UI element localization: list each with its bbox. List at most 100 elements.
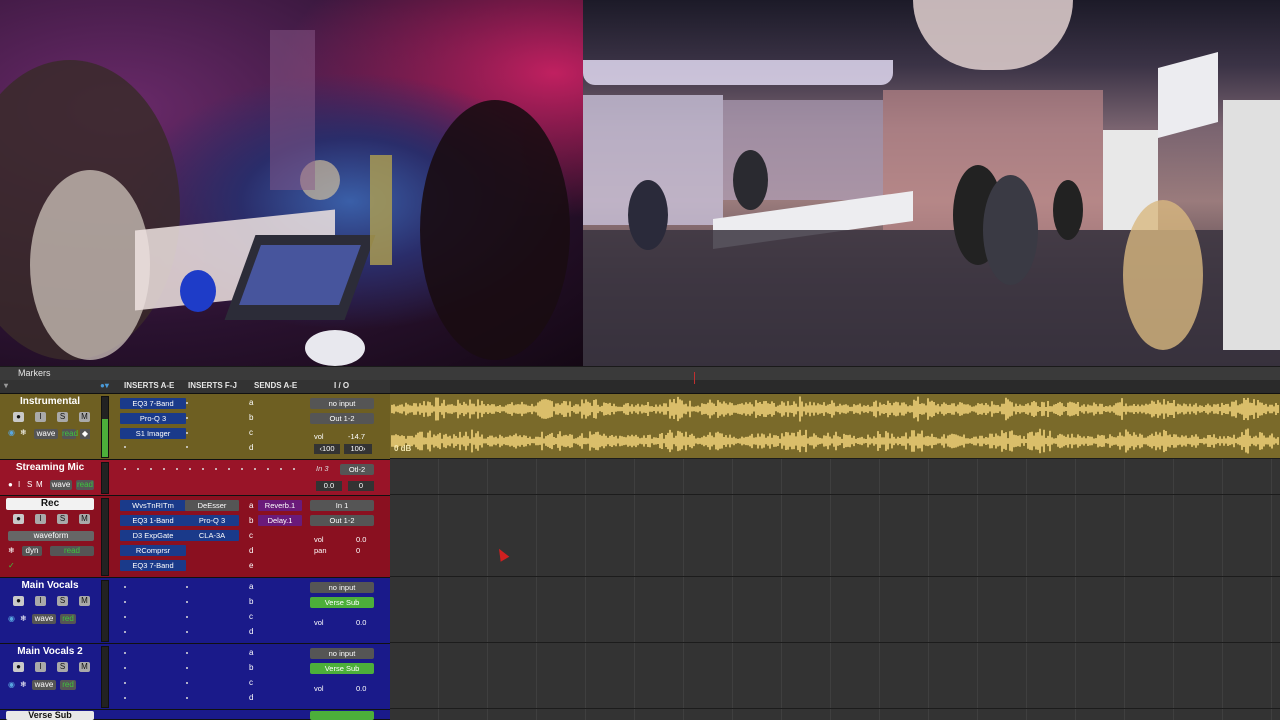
insert-b-proq3[interactable]: Pro-Q 3 [120, 413, 186, 424]
volume-value[interactable]: 0.0 [356, 684, 366, 694]
snowflake-icon[interactable]: ❄ [8, 546, 15, 555]
volume-value[interactable]: 0.0 [356, 535, 366, 545]
send-b[interactable]: Delay.1 [258, 515, 302, 526]
track-name[interactable]: Main Vocals [6, 580, 94, 592]
insert-a[interactable]: WvsTnRITm [120, 500, 186, 511]
track-view-selector[interactable]: wave [32, 680, 56, 690]
solo-button[interactable]: S [27, 480, 32, 489]
insert-a-eq3[interactable]: EQ3 7-Band [120, 398, 186, 409]
header-sync-icon[interactable]: ●▾ [100, 381, 109, 390]
snowflake-icon[interactable]: ❄ [20, 680, 27, 689]
mute-button[interactable]: M [79, 662, 90, 672]
pan-value[interactable]: 0 [356, 546, 360, 556]
input-selector[interactable]: In 1 [310, 500, 374, 511]
record-arm-button[interactable]: ● [13, 412, 24, 422]
solo-button[interactable]: S [57, 412, 68, 422]
track-name[interactable]: Main Vocals 2 [6, 646, 94, 658]
green-check-icon[interactable]: ✓ [8, 561, 15, 570]
output-selector[interactable]: Otl-2 [340, 464, 374, 475]
send-a[interactable]: a [249, 648, 253, 657]
send-d[interactable]: d [249, 693, 253, 702]
mute-button[interactable]: M [36, 480, 43, 489]
input-monitor-button[interactable]: I [18, 480, 20, 489]
pan-left-value[interactable]: ‹100 [314, 444, 340, 454]
send-a[interactable]: a [249, 582, 253, 591]
input-monitor-button[interactable]: I [35, 662, 46, 672]
record-arm-button[interactable]: ● [13, 662, 24, 672]
automation-mode[interactable]: red [60, 680, 76, 690]
input-monitor-button[interactable]: I [35, 514, 46, 524]
edit-window[interactable]: 0 dB [390, 394, 1280, 720]
track-name[interactable]: Verse Sub [6, 711, 94, 720]
header-menu-icon[interactable]: ▾ [4, 381, 8, 390]
track-view-selector[interactable]: wave [32, 614, 56, 624]
send-d[interactable]: d [249, 546, 253, 555]
playhead-marker[interactable] [694, 372, 695, 384]
track-timebase-icon[interactable]: ◉ [8, 614, 15, 623]
playlist-icon[interactable]: ◆ [80, 429, 90, 439]
insert-c[interactable]: D3 ExpGate [120, 530, 186, 541]
input-selector[interactable]: no input [310, 398, 374, 409]
insert-g[interactable]: Pro-Q 3 [185, 515, 239, 526]
pan-value[interactable]: 0 [348, 481, 374, 491]
send-a[interactable]: a [249, 398, 253, 407]
send-c[interactable]: c [249, 531, 253, 540]
volume-value[interactable]: 0.0 [316, 481, 342, 491]
markers-ruler[interactable]: Markers [0, 366, 1280, 381]
insert-d[interactable]: RComprsr [120, 545, 186, 556]
track-timebase-icon[interactable]: ◉ [8, 428, 15, 437]
automation-mode[interactable]: red [60, 614, 76, 624]
volume-value[interactable]: 0.0 [356, 618, 366, 628]
send-c[interactable]: c [249, 428, 253, 437]
record-arm-button[interactable]: ● [8, 480, 13, 489]
output-selector[interactable]: Verse Sub [310, 597, 374, 608]
send-a[interactable]: Reverb.1 [258, 500, 302, 511]
automation-mode[interactable]: read [76, 480, 94, 490]
track-view-selector[interactable]: wave [34, 429, 58, 439]
input-monitor-button[interactable]: I [35, 412, 46, 422]
mute-button[interactable]: M [79, 596, 90, 606]
dyn-toggle[interactable]: dyn [22, 546, 42, 556]
track-view-selector[interactable]: waveform [8, 531, 94, 541]
automation-mode[interactable]: read [62, 429, 78, 439]
column-sends-ae[interactable]: SENDS A-E [254, 381, 297, 390]
send-e[interactable]: e [249, 561, 253, 570]
audio-clip-instrumental[interactable]: 0 dB [390, 394, 1280, 458]
automation-mode[interactable]: read [50, 546, 94, 556]
solo-button[interactable]: S [57, 662, 68, 672]
input-selector[interactable]: In 3 [316, 464, 329, 474]
solo-button[interactable]: S [57, 596, 68, 606]
output-selector[interactable]: Out 1-2 [310, 413, 374, 424]
track-timebase-icon[interactable]: ◉ [8, 680, 15, 689]
mute-button[interactable]: M [79, 412, 90, 422]
insert-b[interactable]: EQ3 1-Band [120, 515, 186, 526]
track-name[interactable]: Instrumental [6, 396, 94, 408]
mute-button[interactable]: M [79, 514, 90, 524]
output-selector[interactable]: Verse Sub [310, 663, 374, 674]
output-selector[interactable] [310, 711, 374, 720]
track-name[interactable]: Rec [6, 498, 94, 510]
insert-f[interactable]: DeEsser [185, 500, 239, 511]
insert-e[interactable]: EQ3 7-Band [120, 560, 186, 571]
column-inserts-ae[interactable]: INSERTS A-E [124, 381, 174, 390]
input-selector[interactable]: no input [310, 648, 374, 659]
column-inserts-fj[interactable]: INSERTS F-J [188, 381, 237, 390]
record-arm-button[interactable]: ● [13, 596, 24, 606]
send-d[interactable]: d [249, 443, 253, 452]
record-arm-button[interactable]: ● [13, 514, 24, 524]
send-c[interactable]: c [249, 678, 253, 687]
send-b[interactable]: b [249, 663, 253, 672]
column-io[interactable]: I / O [334, 381, 349, 390]
insert-h[interactable]: CLA-3A [185, 530, 239, 541]
send-d[interactable]: d [249, 627, 253, 636]
snowflake-icon[interactable]: ❄ [20, 428, 27, 437]
output-selector[interactable]: Out 1-2 [310, 515, 374, 526]
volume-value[interactable]: -14.7 [348, 432, 365, 442]
send-b[interactable]: b [249, 413, 253, 422]
timeline-ruler[interactable] [390, 380, 1280, 394]
track-name[interactable]: Streaming Mic [6, 462, 94, 474]
solo-button[interactable]: S [57, 514, 68, 524]
track-view-selector[interactable]: wave [50, 480, 72, 490]
input-selector[interactable]: no input [310, 582, 374, 593]
insert-c-s1imager[interactable]: S1 Imager [120, 428, 186, 439]
